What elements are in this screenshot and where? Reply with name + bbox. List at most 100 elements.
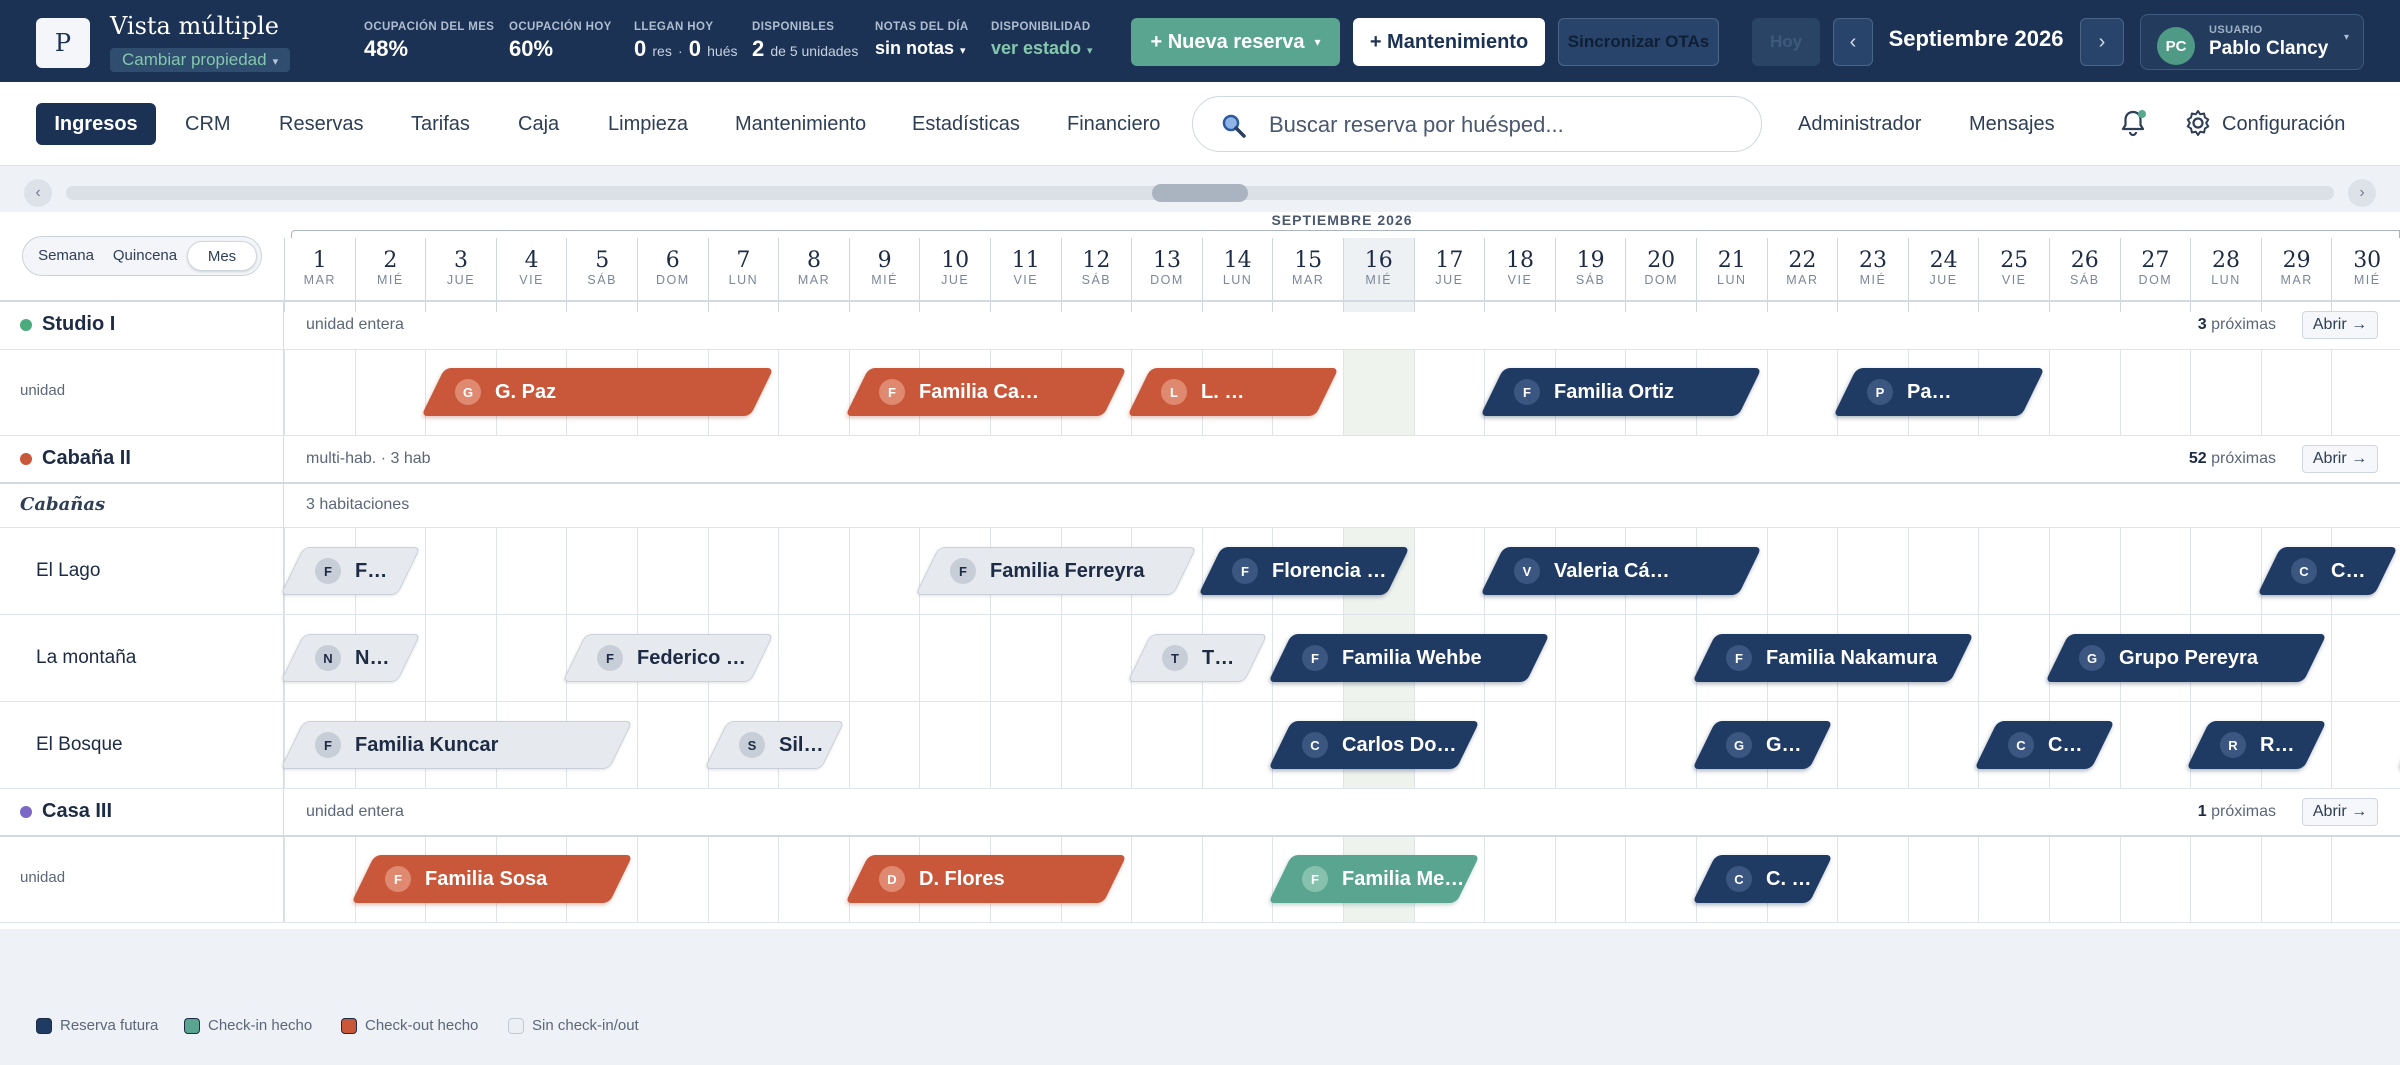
booking-bar[interactable]: F Federico … (562, 633, 774, 682)
booking-bar[interactable]: C C… (2257, 546, 2398, 595)
booking-bar[interactable]: F Familia Me… (1268, 855, 1480, 903)
grid-line (1766, 527, 1768, 614)
new-booking-button[interactable]: + Nueva reserva ▾ (1131, 18, 1340, 66)
booking-bar[interactable]: F F… (280, 546, 421, 595)
booking-calendar: SEPTIEMBRE 2026 Semana Quincena Mes 1 MAR… (0, 212, 2400, 929)
booking-content: T T… (1140, 635, 1255, 681)
booking-content: C Carlos Do… (1280, 721, 1468, 769)
top-bar: P Vista múltiple Cambiar propiedad ▾ OCUP… (0, 0, 2400, 82)
booking-bar[interactable]: C C… (1974, 720, 2116, 769)
booking-bar[interactable]: T T… (1127, 633, 1269, 682)
today-column (1343, 349, 1414, 435)
nav-tarifas[interactable]: Tarifas (411, 103, 470, 145)
booking-bar[interactable]: F Florencia … (1198, 546, 1410, 595)
day-number: 9 (877, 248, 892, 273)
grid-line (2119, 836, 2121, 922)
booking-bar[interactable]: C Carlos Do… (1268, 720, 1480, 769)
availability-dropdown[interactable]: DISPONIBILIDAD ver estado ▾ (991, 21, 1093, 59)
scroll-thumb[interactable] (1152, 184, 1248, 202)
grid-line (284, 614, 285, 701)
grid-line (1625, 614, 1627, 701)
open-property-button[interactable]: Abrir → (2302, 311, 2378, 339)
booking-bar[interactable]: G G… (1692, 720, 1833, 769)
grid-line (1696, 614, 1697, 701)
grid-line (1131, 349, 1133, 435)
booking-bar[interactable]: S Sil… (703, 720, 845, 769)
nav-financiero[interactable]: Financiero (1067, 103, 1160, 145)
grid-line (1131, 614, 1133, 701)
booking-content: F Florencia … (1210, 547, 1398, 595)
sync-otas-button[interactable]: Sincronizar OTAs (1558, 18, 1719, 66)
grid-line (919, 614, 921, 701)
nav-caja[interactable]: Caja (518, 103, 559, 145)
user-menu[interactable]: PC USUARIO Pablo Clancy ▾ (2140, 14, 2364, 70)
property-name[interactable]: Casa III (42, 800, 112, 823)
open-property-button[interactable]: Abrir → (2302, 798, 2378, 826)
maintenance-button[interactable]: + Mantenimiento (1353, 18, 1545, 66)
grid-line (1837, 349, 1839, 435)
nav-estadisticas[interactable]: Estadísticas (912, 103, 1020, 145)
booking-bar[interactable]: F Familia Ferreyra (915, 546, 1198, 595)
gear-icon[interactable] (2183, 108, 2213, 138)
nav-reservas[interactable]: Reservas (279, 103, 363, 145)
change-property-button[interactable]: Cambiar propiedad ▾ (110, 48, 291, 72)
booking-bar[interactable]: G Grupo Pereyra (2045, 633, 2328, 682)
day-name: LUN (1222, 273, 1253, 287)
search-box[interactable] (1192, 96, 1762, 152)
nav-messages[interactable]: Mensajes (1969, 103, 2055, 145)
grid-line (1554, 701, 1556, 788)
booking-bar[interactable]: L L. … (1127, 368, 1339, 416)
booking-bar[interactable]: F Familia Ca… (845, 368, 1127, 416)
grid-line (2119, 527, 2121, 614)
legend-label: Check-in hecho (208, 1017, 313, 1034)
legend-item: Check-in hecho (184, 1017, 312, 1034)
today-button[interactable]: Hoy (1752, 18, 1820, 66)
room-name: La montaña (36, 646, 137, 668)
search-input[interactable] (1269, 109, 1739, 141)
day-name: DOM (2138, 273, 2173, 287)
booking-bar[interactable]: F Familia Kuncar (280, 720, 633, 769)
nav-mantenimiento[interactable]: Mantenimiento (735, 103, 866, 145)
booking-bar[interactable]: C C. … (1692, 855, 1833, 903)
row-divider (0, 349, 2400, 350)
booking-bar[interactable]: F Familia Sosa (350, 855, 633, 903)
view-month-option[interactable]: Mes (187, 241, 257, 271)
booking-bar[interactable]: R R… (2186, 720, 2328, 769)
availability-value: ver estado (991, 38, 1082, 58)
day-number: 6 (665, 248, 680, 273)
nav-ingresos[interactable]: Ingresos (36, 103, 156, 145)
nav-settings[interactable]: Configuración (2222, 103, 2345, 145)
grid-line (2119, 701, 2121, 788)
booking-bar[interactable]: F Familia Wehbe (1268, 633, 1551, 682)
day-number: 5 (595, 248, 610, 273)
prev-month-button[interactable]: ‹ (1833, 18, 1873, 66)
stat-value: ver estado ▾ (991, 38, 1093, 59)
property-name[interactable]: Cabaña II (42, 447, 131, 470)
booking-bar[interactable]: D D. Flores (845, 855, 1127, 903)
view-week-option[interactable]: Semana (29, 241, 103, 271)
grid-line (778, 349, 780, 435)
booking-bar[interactable]: F Familia Nakamura (1692, 633, 1975, 682)
open-property-button[interactable]: Abrir → (2302, 445, 2378, 473)
booking-bar[interactable]: P Pa… (1833, 368, 2045, 416)
month-bracket (291, 230, 2400, 238)
nav-limpieza[interactable]: Limpieza (608, 103, 688, 145)
view-fortnight-option[interactable]: Quincena (105, 241, 185, 271)
booking-bar[interactable]: G G. Paz (421, 368, 774, 416)
guest-name: N… (355, 646, 390, 668)
scroll-left-button[interactable]: ‹ (24, 179, 52, 207)
property-name[interactable]: Studio I (42, 313, 115, 336)
legend-label: Check-out hecho (365, 1017, 479, 1034)
nav-crm[interactable]: CRM (185, 103, 231, 145)
nav-admin[interactable]: Administrador (1798, 103, 1921, 145)
booking-bar[interactable]: N N… (280, 633, 421, 682)
scroll-right-button[interactable]: › (2348, 179, 2376, 207)
grid-line (1413, 527, 1415, 614)
grid-line (2190, 701, 2192, 788)
booking-bar[interactable]: F Familia Ortiz (1480, 368, 1763, 416)
next-month-button[interactable]: › (2080, 18, 2124, 66)
booking-bar[interactable]: V Valeria Cá… (1480, 546, 1763, 595)
guest-name: R… (2260, 733, 2295, 755)
main-nav: Ingresos CRM Reservas Tarifas Caja Limpi… (0, 82, 2400, 166)
day-notes-dropdown[interactable]: NOTAS DEL DÍA sin notas ▾ (875, 21, 969, 59)
